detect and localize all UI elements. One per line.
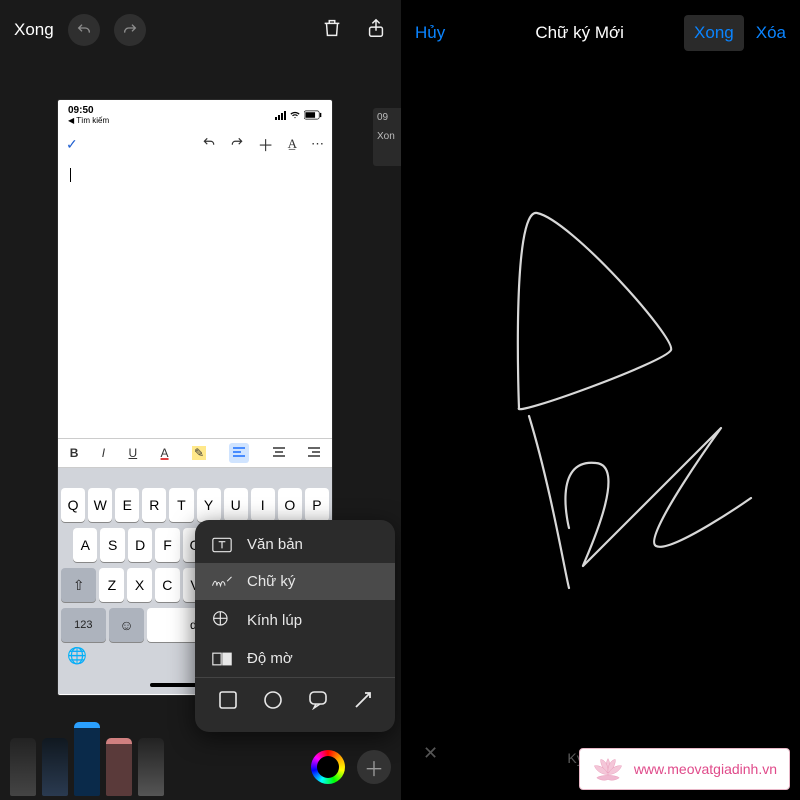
- align-right-button[interactable]: [308, 446, 320, 460]
- lotus-icon: [592, 755, 624, 783]
- shape-circle-icon[interactable]: [263, 690, 283, 714]
- emoji-key[interactable]: ☺: [109, 608, 145, 642]
- document-body[interactable]: [58, 158, 332, 438]
- align-left-button[interactable]: [229, 443, 249, 463]
- key-p[interactable]: P: [305, 488, 329, 522]
- key-t[interactable]: T: [169, 488, 193, 522]
- doc-more-icon[interactable]: ⋯: [311, 136, 324, 152]
- done-button[interactable]: Xong: [14, 20, 54, 40]
- shift-key[interactable]: ⇧: [61, 568, 96, 602]
- doc-redo-icon[interactable]: [230, 136, 244, 153]
- doc-add-icon[interactable]: ＋: [258, 132, 274, 156]
- cellular-icon: [275, 111, 286, 120]
- right-panel: Hủy Chữ ký Mới Xong Xóa ✕ Ký tên của www…: [401, 0, 800, 800]
- highlight-button[interactable]: ✎: [192, 446, 206, 460]
- status-time: 09:50: [68, 105, 94, 116]
- signature-topbar: Hủy Chữ ký Mới Xong Xóa: [401, 0, 800, 66]
- battery-icon: [304, 110, 322, 120]
- status-bar: 09:50 ◀ Tìm kiếm: [58, 100, 332, 130]
- shape-square-icon[interactable]: [218, 690, 238, 714]
- popup-opacity-option[interactable]: Độ mờ: [195, 640, 395, 677]
- key-s[interactable]: S: [100, 528, 124, 562]
- document-toolbar: ✓ ＋ A̲ ⋯: [58, 130, 332, 158]
- key-e[interactable]: E: [115, 488, 139, 522]
- key-r[interactable]: R: [142, 488, 166, 522]
- doc-text-style-icon[interactable]: A̲: [288, 136, 297, 152]
- key-u[interactable]: U: [224, 488, 248, 522]
- trash-icon[interactable]: [321, 17, 343, 44]
- shape-speech-icon[interactable]: [308, 690, 328, 714]
- share-icon[interactable]: [365, 17, 387, 44]
- key-y[interactable]: Y: [197, 488, 221, 522]
- numbers-key[interactable]: 123: [61, 608, 106, 642]
- eraser-tool[interactable]: [106, 738, 132, 796]
- pen-tool-1[interactable]: [10, 738, 36, 796]
- key-q[interactable]: Q: [61, 488, 85, 522]
- key-a[interactable]: A: [73, 528, 97, 562]
- clear-button[interactable]: Xóa: [756, 23, 786, 43]
- left-panel: Xong 09 Xon 09:50 ◀ Tìm kiếm: [0, 0, 401, 800]
- italic-button[interactable]: I: [102, 446, 105, 460]
- align-center-button[interactable]: [273, 446, 285, 460]
- watermark-badge: www.meovatgiadinh.vn: [579, 748, 790, 790]
- underline-button[interactable]: U: [128, 446, 137, 460]
- status-right-icons: [275, 110, 322, 120]
- color-picker-button[interactable]: [311, 750, 345, 784]
- key-f[interactable]: F: [155, 528, 179, 562]
- signature-done-button[interactable]: Xong: [684, 15, 744, 51]
- opacity-icon: [211, 652, 233, 666]
- shape-arrow-icon[interactable]: [353, 690, 373, 714]
- text-color-button[interactable]: A: [161, 446, 169, 460]
- signature-title: Chữ ký Mới: [475, 23, 684, 43]
- markup-topbar: Xong: [0, 0, 401, 60]
- signature-canvas[interactable]: [401, 66, 800, 730]
- add-annotation-button[interactable]: ＋: [357, 750, 391, 784]
- key-w[interactable]: W: [88, 488, 112, 522]
- markup-tool-tray: ＋: [0, 730, 401, 800]
- text-cursor: [70, 168, 71, 182]
- pencil-tool-selected[interactable]: [74, 722, 100, 796]
- wifi-icon: [289, 110, 301, 120]
- key-o[interactable]: O: [278, 488, 302, 522]
- bold-button[interactable]: B: [70, 446, 79, 460]
- format-bar: B I U A ✎: [58, 438, 332, 468]
- checkmark-icon[interactable]: ✓: [66, 136, 78, 153]
- key-c[interactable]: C: [155, 568, 180, 602]
- key-x[interactable]: X: [127, 568, 152, 602]
- key-d[interactable]: D: [128, 528, 152, 562]
- popup-text-option[interactable]: Văn bản: [195, 526, 395, 563]
- doc-undo-icon[interactable]: [202, 136, 216, 153]
- next-page-thumbnail[interactable]: 09 Xon: [373, 108, 401, 166]
- key-z[interactable]: Z: [99, 568, 124, 602]
- back-search-label: ◀ Tìm kiếm: [68, 116, 109, 125]
- text-box-icon: [211, 537, 233, 553]
- redo-button[interactable]: [114, 14, 146, 46]
- watermark-text: www.meovatgiadinh.vn: [634, 761, 777, 777]
- key-i[interactable]: I: [251, 488, 275, 522]
- globe-icon[interactable]: 🌐: [67, 648, 87, 665]
- signature-icon: [211, 575, 233, 589]
- magnifier-icon: [211, 610, 233, 630]
- popup-magnifier-option[interactable]: Kính lúp: [195, 600, 395, 640]
- marker-tool[interactable]: [42, 738, 68, 796]
- add-markup-popup: Văn bản Chữ ký Kính lúp Độ mờ: [195, 520, 395, 732]
- signature-stroke: [518, 213, 751, 588]
- undo-button[interactable]: [68, 14, 100, 46]
- popup-signature-option[interactable]: Chữ ký: [195, 563, 395, 600]
- lasso-tool[interactable]: [138, 738, 164, 796]
- cancel-button[interactable]: Hủy: [415, 23, 445, 43]
